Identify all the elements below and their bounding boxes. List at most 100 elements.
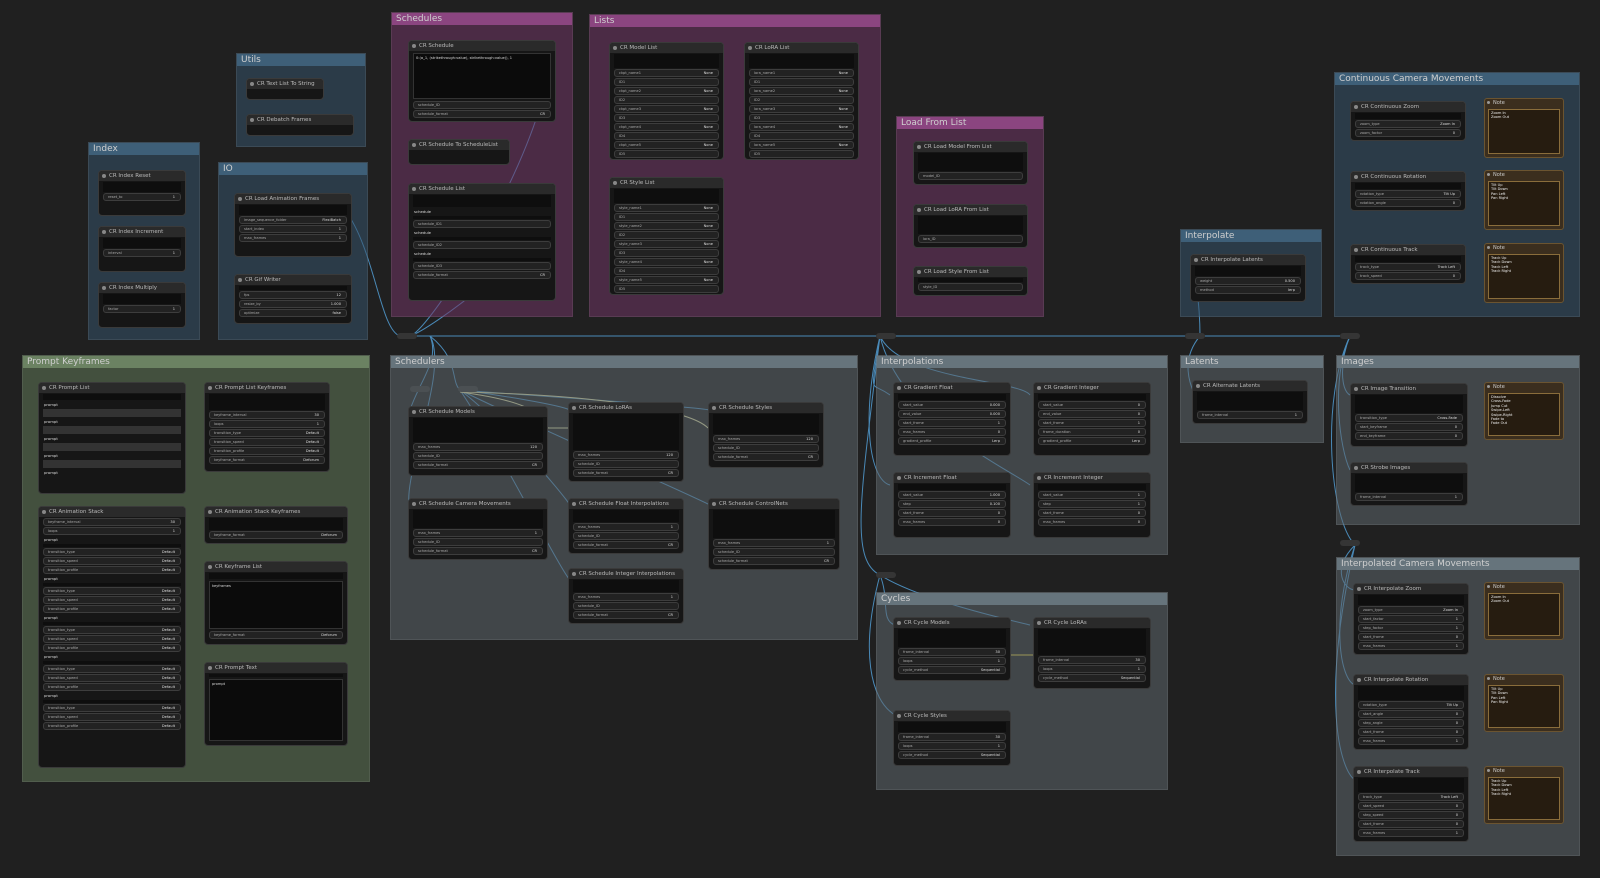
note-rotation[interactable]: Note Tilt Up Tilt Down Pan Left Pan Righ… (1484, 170, 1564, 230)
widget[interactable]: schedule_ID3 (413, 262, 551, 270)
widget[interactable]: end_value 0 (1038, 410, 1146, 418)
widget[interactable]: max_frames 1 (573, 523, 679, 531)
widget[interactable]: start_index 1 (239, 225, 347, 233)
widget[interactable]: step_angle 0 (1358, 719, 1464, 727)
widget[interactable]: end_value 0.000 (898, 410, 1006, 418)
widget[interactable]: ID5 (749, 150, 854, 158)
note-text[interactable]: Track Up Track Down Track Left Track Rig… (1488, 254, 1560, 299)
widget[interactable]: frame_interval 30 (898, 648, 1006, 656)
widget[interactable]: loops 1 (898, 657, 1006, 665)
widget[interactable]: max_frames 120 (573, 451, 679, 459)
node-schedule-to-schedulelist[interactable]: CR Schedule To ScheduleList (408, 139, 510, 165)
widget[interactable]: frame_interval 30 (1038, 656, 1146, 664)
node-gradient-float[interactable]: CR Gradient Float start_value 0.000 end_v… (893, 382, 1011, 456)
widget[interactable]: max_frames 1 (1358, 737, 1464, 745)
widget[interactable]: style_ID (918, 283, 1023, 291)
node-prompt-text[interactable]: CR Prompt Text prompt (204, 662, 348, 746)
node-schedule-styles[interactable]: CR Schedule Styles max_frames 120 schedul… (708, 402, 824, 468)
widget[interactable]: ckpt_name5 None (614, 141, 719, 149)
widget[interactable]: schedule_ID2 (413, 241, 551, 249)
widget[interactable]: keyframe_format Deforum (209, 456, 325, 464)
widget[interactable]: start_keyframe 0 (1355, 423, 1463, 431)
widget[interactable]: style_name4 None (614, 258, 719, 266)
widget[interactable]: style_name2 None (614, 222, 719, 230)
node-index-reset[interactable]: CR Index Reset reset_to 1 (98, 170, 186, 216)
widget[interactable]: ckpt_name4 None (614, 123, 719, 131)
node-schedule-controlnets[interactable]: CR Schedule ControlNets max_frames 1 sche… (708, 498, 840, 570)
widget[interactable]: max_frames 1 (713, 539, 835, 547)
widget[interactable]: max_frames 1 (239, 234, 347, 242)
widget[interactable]: transition_speed Default (43, 596, 181, 604)
prompt-textarea[interactable]: prompt (209, 679, 343, 741)
widget[interactable]: ID4 (749, 132, 854, 140)
widget[interactable]: lora_name1 None (749, 69, 854, 77)
widget[interactable]: transition_type Default (209, 429, 325, 437)
widget[interactable]: start_factor 1 (1358, 615, 1464, 623)
node-style-list[interactable]: CR Style List style_name1 None ID1 style_… (609, 177, 724, 295)
widget[interactable]: ID5 (614, 150, 719, 158)
node-continuous-rotation[interactable]: CR Continuous Rotation rotation_type Tilt… (1350, 171, 1466, 211)
widget[interactable]: frame_interval 1 (1355, 493, 1463, 501)
widget[interactable]: schedule_ID (573, 602, 679, 610)
widget[interactable]: ID3 (614, 114, 719, 122)
widget[interactable]: ID1 (749, 78, 854, 86)
widget[interactable]: resize_by 1.000 (239, 300, 347, 308)
node-animation-stack[interactable]: CR Animation Stack keyframe_interval 30 l… (38, 506, 186, 768)
node-keyframe-list[interactable]: CR Keyframe List keyframes keyframe_form… (204, 561, 348, 645)
widget[interactable]: ID2 (749, 96, 854, 104)
widget[interactable]: cycle_method Sequential (898, 751, 1006, 759)
widget[interactable]: ID2 (614, 231, 719, 239)
widget[interactable]: max_frames 1 (1358, 829, 1464, 837)
widget[interactable]: optimize false (239, 309, 347, 317)
widget[interactable]: cycle_method Sequential (1038, 674, 1146, 682)
widget[interactable]: transition_profile Default (43, 605, 181, 613)
widget[interactable]: schedule_ID (413, 452, 543, 460)
widget[interactable]: keyframe_format Deforum (209, 631, 343, 639)
widget[interactable]: max_frames 0 (898, 428, 1006, 436)
widget[interactable]: schedule_ID (573, 532, 679, 540)
widget[interactable]: transition_type Default (43, 548, 181, 556)
node-schedule[interactable]: CR Schedule 0:(a_1, (strikethrough:value… (408, 40, 556, 122)
node-interpolate-zoom[interactable]: CR Interpolate Zoom zoom_type Zoom In sta… (1353, 583, 1469, 655)
node-cycle-styles[interactable]: CR Cycle Styles frame_interval 30 loops 1 … (893, 710, 1011, 766)
widget[interactable]: start_frame 0 (1358, 728, 1464, 736)
reroute-node[interactable] (1340, 333, 1360, 339)
widget[interactable]: step_factor 1 (1358, 624, 1464, 632)
reroute-node[interactable] (397, 333, 417, 339)
note-interpolate-rotation[interactable]: Note Tilt Up Tilt Down Pan Left Pan Righ… (1484, 674, 1564, 732)
widget[interactable]: start_value 0 (1038, 401, 1146, 409)
node-strobe-images[interactable]: CR Strobe Images frame_interval 1 (1350, 462, 1468, 506)
widget[interactable]: keyframe_format Deforum (209, 531, 343, 539)
widget[interactable]: step_speed 0 (1358, 811, 1464, 819)
note-text[interactable]: Track Up Track Down Track Left Track Rig… (1488, 777, 1560, 820)
widget[interactable]: max_frames 120 (713, 435, 819, 443)
node-load-lora-from-list[interactable]: CR Load LoRA From List lora_ID (913, 204, 1028, 248)
widget[interactable]: ID1 (614, 213, 719, 221)
note-track[interactable]: Note Track Up Track Down Track Left Trac… (1484, 243, 1564, 303)
widget[interactable]: max_frames 0 (898, 518, 1006, 526)
widget[interactable]: start_value 1 (1038, 491, 1146, 499)
widget[interactable]: frame_interval 1 (1197, 411, 1303, 419)
widget[interactable]: transition_speed Default (209, 438, 325, 446)
node-schedule-list[interactable]: CR Schedule List schedule schedule_ID1 s… (408, 183, 556, 301)
node-debatch-frames[interactable]: CR Debatch Frames (246, 114, 354, 136)
widget[interactable]: rotation_type Tilt Up (1358, 701, 1464, 709)
widget[interactable]: transition_type Default (43, 704, 181, 712)
widget[interactable]: step 1 (1038, 500, 1146, 508)
widget[interactable]: schedule_format CR (573, 611, 679, 619)
widget[interactable]: loops 1 (43, 527, 181, 535)
node-image-transition[interactable]: CR Image Transition transition_type Cross… (1350, 383, 1468, 447)
note-text[interactable]: Zoom In Zoom Out (1488, 593, 1560, 636)
widget[interactable]: schedule_ID (713, 444, 819, 452)
widget[interactable]: lora_name2 None (749, 87, 854, 95)
widget[interactable]: max_frames 1 (1358, 642, 1464, 650)
node-load-model-from-list[interactable]: CR Load Model From List model_ID (913, 141, 1028, 185)
node-interpolate-latents[interactable]: CR Interpolate Latents weight 0.500 metho… (1190, 254, 1306, 302)
widget[interactable]: transition_speed Default (43, 635, 181, 643)
node-text-list-to-string[interactable]: CR Text List To String (246, 78, 324, 100)
widget[interactable]: transition_profile Default (209, 447, 325, 455)
node-schedule-float-interpolations[interactable]: CR Schedule Float Interpolations max_fra… (568, 498, 684, 554)
widget[interactable]: transition_profile Default (43, 683, 181, 691)
widget[interactable]: transition_speed Default (43, 713, 181, 721)
widget[interactable]: interval 1 (103, 249, 181, 257)
